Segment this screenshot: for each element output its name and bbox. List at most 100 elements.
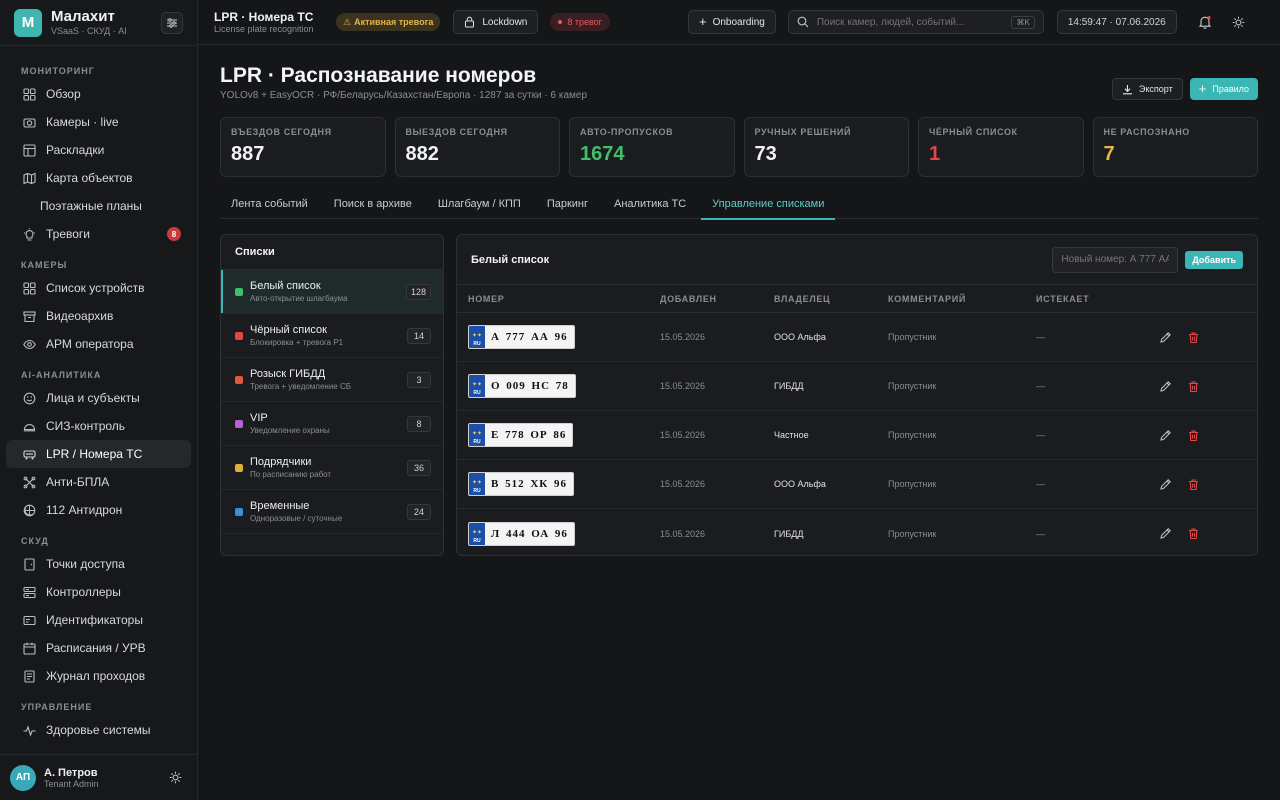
tab[interactable]: Паркинг xyxy=(536,189,599,219)
search-input[interactable] xyxy=(816,16,1004,28)
theme-toggle-button[interactable] xyxy=(163,766,187,790)
sidebar-item[interactable]: Список устройств xyxy=(6,274,191,302)
user-profile[interactable]: АП А. Петров Tenant Admin xyxy=(0,754,197,800)
brand-logo[interactable]: M xyxy=(14,8,42,37)
edit-button[interactable] xyxy=(1157,427,1173,443)
list-item[interactable]: Временные Одноразовые / суточные 24 xyxy=(221,490,443,534)
list-item[interactable]: VIP Уведомление охраны 8 xyxy=(221,402,443,446)
expires: — xyxy=(1036,381,1045,391)
edit-button[interactable] xyxy=(1157,476,1173,492)
sidebar-toggle-button[interactable] xyxy=(161,11,183,34)
list-description: Уведомление охраны xyxy=(250,426,330,435)
sidebar-item[interactable]: 112 Антидрон xyxy=(6,496,191,524)
stat-card: НЕ РАСПОЗНАНО 7 xyxy=(1092,117,1258,177)
tab[interactable]: Поиск в архиве xyxy=(323,189,423,219)
server-icon xyxy=(22,585,36,599)
comment: Пропустник xyxy=(888,430,937,440)
sidebar-item[interactable]: Камеры · live xyxy=(6,108,191,136)
column-header[interactable]: НОМЕР xyxy=(457,294,660,304)
tab[interactable]: Аналитика ТС xyxy=(603,189,697,219)
bell-icon xyxy=(1198,16,1211,29)
list-name: Чёрный список xyxy=(250,324,327,336)
list-color-swatch xyxy=(235,463,243,472)
column-header[interactable]: ДОБАВЛЕН xyxy=(660,294,774,304)
sidebar-item[interactable]: Точки доступа xyxy=(6,550,191,578)
edit-button[interactable] xyxy=(1157,378,1173,394)
add-rule-button[interactable]: + Правило xyxy=(1189,78,1258,100)
sidebar-item[interactable]: АРМ оператора xyxy=(6,330,191,358)
plate-flag-code: RU xyxy=(473,488,481,494)
sidebar-item[interactable]: Поэтажные планы xyxy=(6,192,191,220)
topbar-title: LPR · Номера ТС xyxy=(214,10,314,24)
nav-section-title: КАМЕРЫ xyxy=(21,260,68,270)
plate-number: Л 444 ОА 96 xyxy=(491,527,568,540)
avatar[interactable]: АП xyxy=(10,764,36,791)
bulb-icon xyxy=(22,227,36,241)
tab[interactable]: Управление списками xyxy=(701,189,836,220)
add-plate-button[interactable]: Добавить xyxy=(1185,250,1243,269)
edit-button[interactable] xyxy=(1157,526,1173,542)
delete-button[interactable] xyxy=(1185,427,1201,443)
sidebar-item[interactable]: СИЗ-контроль xyxy=(6,412,191,440)
trash-icon xyxy=(1188,528,1198,540)
sidebar-item[interactable]: Карта объектов xyxy=(6,164,191,192)
camera-icon xyxy=(22,115,36,129)
sidebar-item-label: Обзор xyxy=(46,87,81,101)
sidebar-item[interactable]: Здоровье системы xyxy=(6,716,191,744)
notifications-button[interactable] xyxy=(1193,10,1217,34)
onboarding-button[interactable]: + Onboarding xyxy=(687,10,776,34)
edit-button[interactable] xyxy=(1157,329,1173,345)
nav-section-title: МОНИТОРИНГ xyxy=(21,66,95,76)
door-icon xyxy=(22,557,36,571)
sidebar-item[interactable]: Тревоги 8 xyxy=(6,220,191,248)
list-item[interactable]: Розыск ГИБДД Тревога + уведомление СБ 3 xyxy=(221,358,443,402)
delete-button[interactable] xyxy=(1185,476,1201,492)
comment: Пропустник xyxy=(888,528,937,539)
sidebar-item[interactable]: Анти-БПЛА xyxy=(6,468,191,496)
sidebar-item[interactable]: Идентификаторы xyxy=(6,606,191,634)
active-alarm-label: Активная тревога xyxy=(354,17,434,27)
stat-label: АВТО-ПРОПУСКОВ xyxy=(580,127,674,137)
sidebar-item[interactable]: Видеоархив xyxy=(6,302,191,330)
list-item[interactable]: Подрядчики По расписанию работ 36 xyxy=(221,446,443,490)
sidebar-item[interactable]: Журнал проходов xyxy=(6,662,191,690)
calendar-icon xyxy=(22,641,36,655)
new-plate-input[interactable] xyxy=(1052,246,1179,273)
owner: Частное xyxy=(774,430,809,440)
sidebar-item[interactable]: Раскладки xyxy=(6,136,191,164)
onboarding-label: Onboarding xyxy=(712,16,765,28)
tab[interactable]: Шлагбаум / КПП xyxy=(427,189,532,219)
sidebar-item-label: Список устройств xyxy=(46,281,145,295)
delete-button[interactable] xyxy=(1185,378,1201,394)
export-button[interactable]: Экспорт xyxy=(1111,78,1183,100)
tab[interactable]: Лента событий xyxy=(220,189,319,219)
nav-section-title: УПРАВЛЕНИЕ xyxy=(21,702,93,712)
column-header[interactable]: КОММЕНТАРИЙ xyxy=(888,294,1036,304)
lockdown-button[interactable]: Lockdown xyxy=(453,10,539,34)
list-item[interactable]: Чёрный список Блокировка + тревога P1 14 xyxy=(221,314,443,358)
alerts-badge[interactable]: 8 тревог xyxy=(550,13,610,31)
sidebar-item[interactable]: Контроллеры xyxy=(6,578,191,606)
list-item[interactable]: Белый список Авто-открытие шлагбаума 128 xyxy=(221,270,443,314)
sidebar-item[interactable]: Лица и субъекты xyxy=(6,384,191,412)
global-search[interactable]: ⌘K xyxy=(787,10,1044,34)
added-date: 15.05.2026 xyxy=(660,479,706,489)
log-icon xyxy=(22,669,36,683)
user-role: Tenant Admin xyxy=(44,778,99,789)
active-alarm-badge[interactable]: ⚠ Активная тревога xyxy=(336,13,441,31)
sidebar-item-label: Точки доступа xyxy=(46,557,125,571)
pencil-icon xyxy=(1159,429,1171,441)
sidebar-item[interactable]: LPR / Номера ТС xyxy=(6,440,191,468)
stat-label: ЧЁРНЫЙ СПИСОК xyxy=(929,127,1018,137)
delete-button[interactable] xyxy=(1185,526,1201,542)
column-header[interactable]: ИСТЕКАЕТ xyxy=(1036,294,1136,304)
delete-button[interactable] xyxy=(1185,329,1201,345)
brand-subtitle: VSaaS · СКУД · AI xyxy=(51,25,127,36)
sidebar-item[interactable]: Расписания / УРВ xyxy=(6,634,191,662)
stat-value: 1674 xyxy=(580,143,625,165)
column-header[interactable]: ВЛАДЕЛЕЦ xyxy=(774,294,888,304)
sidebar-item[interactable]: Обзор xyxy=(6,80,191,108)
license-plate: ✦✦ RU В 512 ХК 96 xyxy=(468,472,575,496)
eye-icon xyxy=(22,337,36,351)
settings-button[interactable] xyxy=(1227,10,1251,34)
